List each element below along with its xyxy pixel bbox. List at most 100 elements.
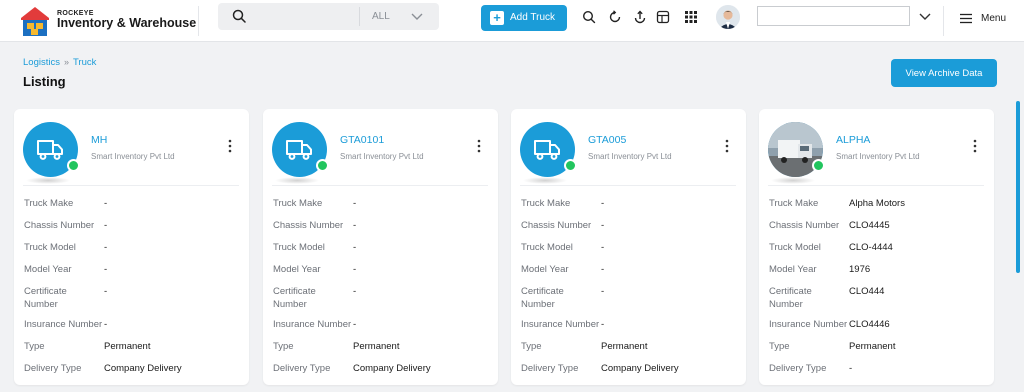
company-name: Smart Inventory Pvt Ltd bbox=[836, 152, 920, 161]
user-profile-field[interactable] bbox=[757, 6, 910, 26]
field-label: Truck Make bbox=[769, 198, 819, 209]
field-value-delivery: - bbox=[849, 363, 853, 374]
field-label: Certificate bbox=[24, 286, 67, 297]
plus-icon: + bbox=[490, 11, 504, 25]
layout-icon[interactable] bbox=[656, 10, 670, 24]
field-label: Certificate bbox=[521, 286, 564, 297]
search-icon[interactable] bbox=[232, 9, 246, 23]
card-divider bbox=[768, 185, 984, 186]
field-label: Delivery Type bbox=[273, 363, 331, 374]
page-title: Listing bbox=[23, 74, 66, 89]
field-value-type: Permanent bbox=[849, 341, 896, 352]
status-online-indicator bbox=[67, 159, 80, 172]
menu-button[interactable]: Menu bbox=[981, 13, 1006, 24]
field-value-chassis: CLO4445 bbox=[849, 220, 890, 231]
field-label: Delivery Type bbox=[769, 363, 827, 374]
field-label: Truck Model bbox=[521, 242, 573, 253]
field-value-model: - bbox=[353, 242, 357, 253]
field-label: Insurance Number bbox=[24, 319, 103, 330]
breadcrumb-item[interactable]: Logistics bbox=[23, 57, 60, 68]
truck-card[interactable]: GTA005 Smart Inventory Pvt Ltd Truck Make -… bbox=[511, 109, 746, 385]
field-value-make: Alpha Motors bbox=[849, 198, 905, 209]
field-value-make: - bbox=[104, 198, 108, 209]
truck-name[interactable]: ALPHA bbox=[836, 134, 870, 146]
card-divider bbox=[272, 185, 488, 186]
card-divider bbox=[520, 185, 736, 186]
field-label: Delivery Type bbox=[521, 363, 579, 374]
field-label: Number bbox=[273, 299, 307, 310]
apps-grid-icon[interactable] bbox=[684, 10, 698, 24]
more-options-icon[interactable] bbox=[477, 139, 481, 153]
field-value-insurance: - bbox=[353, 319, 357, 330]
chevron-down-icon[interactable] bbox=[918, 12, 932, 22]
field-label: Truck Model bbox=[24, 242, 76, 253]
field-value-certificate: - bbox=[601, 286, 605, 297]
avatar-shadow bbox=[26, 177, 70, 184]
more-options-icon[interactable] bbox=[973, 139, 977, 153]
field-label: Chassis Number bbox=[521, 220, 592, 231]
scrollbar[interactable] bbox=[1016, 101, 1020, 273]
chevron-down-icon[interactable] bbox=[410, 11, 424, 21]
field-value-model: CLO-4444 bbox=[849, 242, 893, 253]
search-icon[interactable] bbox=[582, 10, 596, 24]
breadcrumb-item[interactable]: Truck bbox=[73, 57, 96, 68]
field-value-type: Permanent bbox=[601, 341, 648, 352]
hamburger-menu-icon[interactable] bbox=[959, 13, 973, 24]
field-value-insurance: CLO4446 bbox=[849, 319, 890, 330]
field-label: Truck Model bbox=[769, 242, 821, 253]
field-value-certificate: CLO444 bbox=[849, 286, 885, 297]
field-value-model: - bbox=[601, 242, 605, 253]
field-label: Type bbox=[521, 341, 542, 352]
field-label: Truck Make bbox=[24, 198, 74, 209]
truck-name[interactable]: GTA005 bbox=[588, 134, 626, 146]
field-value-chassis: - bbox=[104, 220, 108, 231]
card-divider bbox=[23, 185, 239, 186]
more-options-icon[interactable] bbox=[228, 139, 232, 153]
user-avatar[interactable] bbox=[716, 5, 740, 29]
divider bbox=[198, 6, 199, 36]
company-name: Smart Inventory Pvt Ltd bbox=[588, 152, 672, 161]
field-label: Number bbox=[24, 299, 58, 310]
refresh-icon[interactable] bbox=[608, 10, 622, 24]
add-truck-button[interactable]: + Add Truck bbox=[481, 5, 567, 31]
field-label: Chassis Number bbox=[769, 220, 840, 231]
field-value-delivery: Company Delivery bbox=[353, 363, 431, 374]
truck-card[interactable]: ALPHA Smart Inventory Pvt Ltd Truck Make Al… bbox=[759, 109, 994, 385]
more-options-icon[interactable] bbox=[725, 139, 729, 153]
field-label: Number bbox=[521, 299, 555, 310]
field-value-certificate: - bbox=[104, 286, 108, 297]
divider bbox=[943, 6, 944, 36]
field-label: Model Year bbox=[521, 264, 569, 275]
upload-icon[interactable] bbox=[633, 10, 647, 24]
field-label: Chassis Number bbox=[24, 220, 95, 231]
status-online-indicator bbox=[316, 159, 329, 172]
field-value-year: - bbox=[353, 264, 357, 275]
status-online-indicator bbox=[564, 159, 577, 172]
avatar-shadow bbox=[523, 177, 567, 184]
breadcrumb: Logistics» Truck bbox=[23, 57, 96, 68]
field-value-make: - bbox=[353, 198, 357, 209]
field-label: Insurance Number bbox=[273, 319, 352, 330]
field-label: Type bbox=[769, 341, 790, 352]
user-avatar-icon bbox=[716, 5, 740, 29]
company-name: Smart Inventory Pvt Ltd bbox=[340, 152, 424, 161]
search-scope-select[interactable]: ALL bbox=[372, 11, 390, 22]
field-value-make: - bbox=[601, 198, 605, 209]
view-archive-button[interactable]: View Archive Data bbox=[891, 59, 997, 87]
field-value-delivery: Company Delivery bbox=[104, 363, 182, 374]
truck-name[interactable]: MH bbox=[91, 134, 107, 146]
truck-card[interactable]: MH Smart Inventory Pvt Ltd Truck Make - Chas… bbox=[14, 109, 249, 385]
global-search[interactable]: ALL bbox=[218, 3, 439, 30]
field-label: Certificate bbox=[769, 286, 812, 297]
field-label: Truck Make bbox=[273, 198, 323, 209]
field-label: Model Year bbox=[769, 264, 817, 275]
breadcrumb-separator-icon: » bbox=[63, 57, 69, 67]
brand-name: Inventory & Warehouse bbox=[57, 16, 197, 30]
truck-card[interactable]: GTA0101 Smart Inventory Pvt Ltd Truck Make… bbox=[263, 109, 498, 385]
field-label: Model Year bbox=[24, 264, 72, 275]
warehouse-logo-icon[interactable] bbox=[18, 4, 52, 38]
field-label: Certificate bbox=[273, 286, 316, 297]
field-value-insurance: - bbox=[104, 319, 108, 330]
avatar-shadow bbox=[275, 177, 319, 184]
truck-name[interactable]: GTA0101 bbox=[340, 134, 384, 146]
